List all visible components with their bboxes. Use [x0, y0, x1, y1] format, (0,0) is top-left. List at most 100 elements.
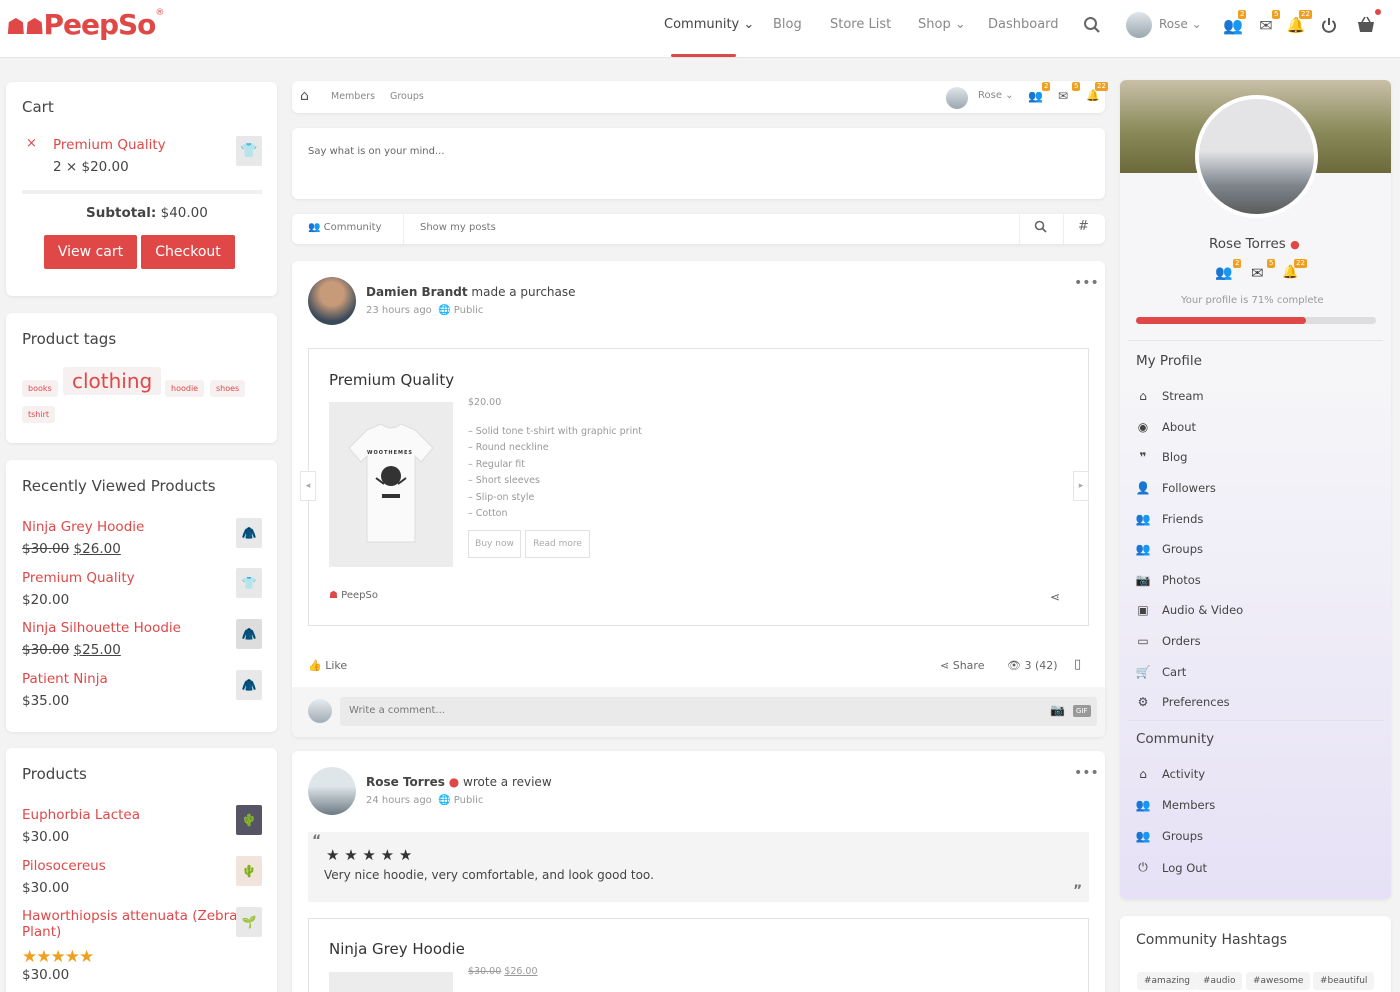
user-menu[interactable]: Rose ⌄ [978, 90, 1014, 101]
plant-thumbnail[interactable]: 🌵 [236, 856, 262, 886]
search-icon[interactable] [1081, 14, 1103, 36]
bookmark-icon[interactable]: ▯ [1074, 657, 1081, 672]
menu-friends[interactable]: 👥 Friends [1136, 512, 1204, 526]
hashtag-icon[interactable]: # [1078, 219, 1089, 234]
home-icon[interactable]: ⌂ [300, 88, 309, 104]
share-icon[interactable]: ⋖ [1050, 590, 1060, 604]
share-button[interactable]: ⋖ Share [940, 659, 984, 672]
product-link[interactable]: Premium Quality [22, 570, 135, 586]
menu-audio-video[interactable]: ▣ Audio & Video [1136, 603, 1243, 617]
menu-blog[interactable]: ❞ Blog [1136, 450, 1187, 464]
product-title[interactable]: Ninja Grey Hoodie [329, 940, 465, 958]
friends-icon[interactable]: 👥 [1215, 265, 1232, 281]
post-composer[interactable] [292, 128, 1105, 199]
author-avatar[interactable] [308, 767, 356, 815]
profile-name[interactable]: Rose Torres ● [1209, 236, 1300, 252]
hoodie-thumbnail[interactable]: 🧥 [236, 619, 262, 649]
read-more-button[interactable]: Read more [525, 530, 590, 558]
embed-source[interactable]: ☗ PeepSo [329, 590, 378, 601]
comment-input[interactable] [340, 697, 1097, 726]
user-avatar[interactable] [946, 87, 968, 109]
profile-avatar[interactable] [1195, 95, 1318, 218]
tshirt-thumbnail[interactable]: 👕 [236, 136, 262, 166]
product-image[interactable] [329, 972, 453, 992]
comment-placeholder[interactable]: Write a comment... [349, 705, 445, 716]
hashtag-link[interactable]: #audio [1196, 972, 1243, 990]
hashtag-link[interactable]: #amazing [1137, 972, 1197, 990]
plant-thumbnail[interactable]: 🌵 [236, 805, 262, 835]
tag-hoodie[interactable]: hoodie [165, 380, 205, 397]
peepso-logo[interactable]: ☗☗PeepSo® [6, 8, 164, 41]
checkout-button[interactable]: Checkout [141, 235, 235, 269]
power-icon[interactable] [1318, 14, 1340, 36]
feature-item: – Solid tone t-shirt with graphic print [468, 426, 642, 437]
menu-preferences[interactable]: ⚙ Preferences [1136, 695, 1230, 709]
menu-stream[interactable]: ⌂ Stream [1136, 389, 1203, 403]
basket-icon[interactable] [1355, 14, 1377, 36]
tshirt-thumbnail[interactable]: 👕 [236, 568, 262, 598]
hashtag-link[interactable]: #awesome [1246, 972, 1311, 990]
buy-now-button[interactable]: Buy now [468, 530, 521, 558]
tag-tshirt[interactable]: tshirt [22, 406, 56, 423]
hoodie-thumbnail[interactable]: 🧥 [236, 518, 262, 548]
remove-item-icon[interactable]: × [26, 136, 37, 151]
tag-shoes[interactable]: shoes [210, 380, 246, 397]
menu-log-out[interactable]: ⏻ Log Out [1136, 860, 1207, 875]
tag-clothing[interactable]: clothing [63, 367, 162, 395]
messages-icon[interactable]: ✉ [1058, 89, 1068, 103]
menu-groups[interactable]: 👥 Groups [1136, 542, 1203, 556]
user-avatar[interactable] [1126, 12, 1152, 38]
menu-about[interactable]: ◉ About [1136, 420, 1196, 434]
post-options-icon[interactable]: ••• [1074, 765, 1099, 781]
friends-icon[interactable]: 👥 [1028, 89, 1043, 103]
hashtag-link[interactable]: #beautiful [1313, 972, 1375, 990]
menu-orders[interactable]: ▭ Orders [1136, 634, 1200, 648]
gif-icon[interactable]: GIF [1073, 705, 1091, 717]
product-image[interactable]: WOOTHEMES [329, 402, 453, 567]
view-cart-button[interactable]: View cart [44, 235, 137, 269]
product-title[interactable]: Premium Quality [329, 371, 454, 389]
search-icon[interactable] [1034, 220, 1047, 236]
author-name[interactable]: Rose Torres [366, 775, 445, 789]
filter-show-my-posts[interactable]: Show my posts [420, 222, 496, 233]
camera-icon[interactable]: 📷 [1050, 703, 1065, 717]
nav-community[interactable]: Community ⌄ [664, 17, 754, 32]
product-link[interactable]: Ninja Silhouette Hoodie [22, 620, 181, 636]
carousel-prev-icon[interactable]: ◂ [300, 471, 316, 501]
nav-dashboard[interactable]: Dashboard [988, 17, 1059, 32]
members-link[interactable]: Members [331, 91, 375, 102]
plant-thumbnail[interactable]: 🌱 [236, 907, 262, 937]
menu-photos[interactable]: 📷 Photos [1136, 573, 1201, 587]
user-menu[interactable]: Rose ⌄ [1159, 17, 1202, 31]
cart-item-name[interactable]: Premium Quality [53, 137, 166, 153]
menu-members[interactable]: 👥 Members [1136, 798, 1216, 812]
progress-fill [1136, 317, 1307, 324]
carousel-next-icon[interactable]: ▸ [1073, 471, 1089, 501]
quote-open-icon: “ [312, 833, 322, 849]
product-link[interactable]: Pilosocereus [22, 858, 106, 874]
hoodie-thumbnail[interactable]: 🧥 [236, 670, 262, 700]
filter-community[interactable]: 👥 Community [308, 222, 382, 233]
menu-followers[interactable]: 👤 Followers [1136, 481, 1216, 495]
nav-blog[interactable]: Blog [773, 17, 802, 32]
menu-cart[interactable]: 🛒 Cart [1136, 665, 1187, 679]
groups-link[interactable]: Groups [390, 91, 424, 102]
home-icon: ⌂ [1139, 767, 1147, 781]
messages-badge: 5 [1272, 10, 1281, 19]
composer-placeholder[interactable]: Say what is on your mind... [308, 146, 445, 157]
product-link[interactable]: Euphorbia Lactea [22, 807, 140, 823]
author-avatar[interactable] [308, 277, 356, 325]
menu-activity[interactable]: ⌂ Activity [1136, 767, 1205, 781]
like-button[interactable]: 👍 Like [308, 659, 347, 672]
notifications-badge: 22 [1095, 82, 1108, 91]
product-link[interactable]: Haworthiopsis attenuata (Zebra Plant) [22, 908, 237, 940]
nav-store-list[interactable]: Store List [830, 17, 891, 32]
product-link[interactable]: Patient Ninja [22, 671, 108, 687]
tag-books[interactable]: books [22, 380, 58, 397]
nav-shop[interactable]: Shop ⌄ [918, 17, 966, 32]
product-link[interactable]: Ninja Grey Hoodie [22, 519, 144, 535]
post-options-icon[interactable]: ••• [1074, 275, 1099, 291]
messages-icon[interactable]: ✉ [1251, 264, 1264, 282]
author-name[interactable]: Damien Brandt [366, 285, 468, 299]
menu-groups[interactable]: 👥 Groups [1136, 829, 1203, 843]
